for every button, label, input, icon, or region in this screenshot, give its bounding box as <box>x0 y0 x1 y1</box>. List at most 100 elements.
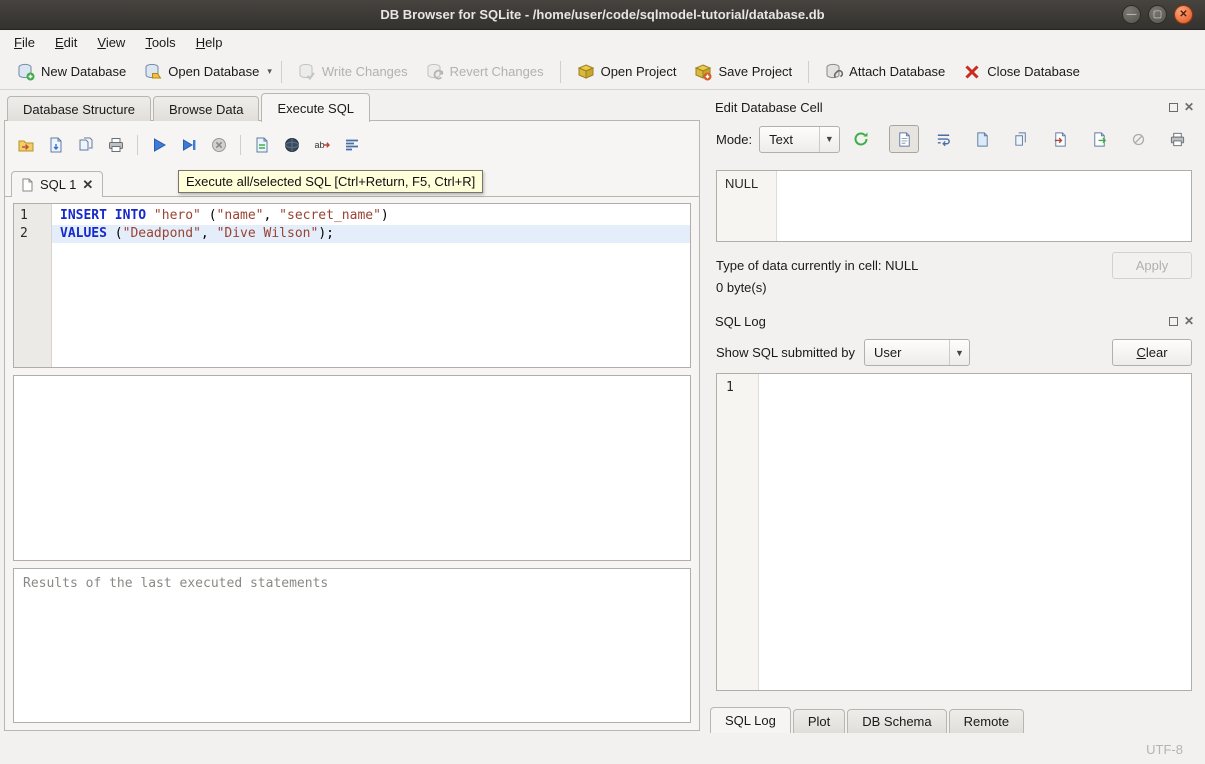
results-message-box[interactable]: Results of the last executed statements <box>13 568 691 723</box>
toolbar-separator <box>281 61 282 83</box>
export-cell-data-button[interactable] <box>1084 125 1114 153</box>
sql-toolbar: ab <box>11 129 699 161</box>
save-sql-file-as-icon <box>77 136 95 154</box>
cell-type-info: Type of data currently in cell: NULL <box>716 258 918 273</box>
sql-log-area[interactable]: 1 <box>716 373 1192 691</box>
save-sql-file-as-button[interactable] <box>71 131 101 159</box>
maximize-button[interactable]: ▢ <box>1148 5 1167 24</box>
write-changes-button: Write Changes <box>289 58 417 86</box>
sql-file-tab-label: SQL 1 <box>40 177 76 192</box>
menu-file[interactable]: File <box>4 32 45 53</box>
cell-mode-row: Mode: Text ▼ <box>716 125 1192 153</box>
cell-value-editor[interactable]: NULL <box>716 170 1192 242</box>
log-source-select[interactable]: User ▼ <box>864 339 970 366</box>
results-placeholder: Results of the last executed statements <box>23 576 328 591</box>
revert-changes-icon <box>426 63 444 81</box>
sql-token: , <box>264 208 280 223</box>
find-replace-button[interactable]: ab <box>307 131 337 159</box>
dock-tab-db-schema-label: DB Schema <box>862 714 931 729</box>
tab-execute-sql-label: Execute SQL <box>277 101 354 116</box>
toolbar-separator <box>808 61 809 83</box>
menu-tools[interactable]: Tools <box>135 32 185 53</box>
database-sphere-button[interactable] <box>277 131 307 159</box>
open-project-button[interactable]: Open Project <box>568 58 686 86</box>
text-mode-button[interactable] <box>889 125 919 153</box>
auto-switch-mode-button[interactable] <box>847 125 875 153</box>
save-cell-text-button[interactable] <box>967 125 997 153</box>
apply-button-label: Apply <box>1136 258 1169 273</box>
execute-sql-panel: ab SQL 1 ✕ 1 2 INSERT INTO "hero" ("name… <box>4 120 700 731</box>
close-database-button[interactable]: Close Database <box>954 58 1089 86</box>
execute-current-line-button[interactable] <box>174 131 204 159</box>
tab-browse-data[interactable]: Browse Data <box>153 96 259 121</box>
close-database-icon <box>963 63 981 81</box>
database-sphere-icon <box>283 136 301 154</box>
copy-icon <box>1013 131 1030 148</box>
print-cell-button[interactable] <box>1162 125 1192 153</box>
edit-cell-dock-icons: ✕ <box>1169 101 1194 113</box>
save-sql-file-button[interactable] <box>41 131 71 159</box>
close-dock-icon[interactable]: ✕ <box>1184 101 1194 113</box>
dock-tab-sql-log[interactable]: SQL Log <box>710 707 791 733</box>
sql-code-area[interactable]: INSERT INTO "hero" ("name", "secret_name… <box>52 204 690 367</box>
print-sql-button[interactable] <box>101 131 131 159</box>
cell-value-content[interactable] <box>777 171 1191 241</box>
menu-edit[interactable]: Edit <box>45 32 87 53</box>
mode-label: Mode: <box>716 132 752 147</box>
open-project-icon <box>577 63 595 81</box>
sql-editor[interactable]: 1 2 INSERT INTO "hero" ("name", "secret_… <box>13 203 691 368</box>
write-changes-label: Write Changes <box>322 64 408 79</box>
results-grid[interactable] <box>13 375 691 561</box>
tab-execute-sql[interactable]: Execute SQL <box>261 93 370 122</box>
dock-tab-plot-label: Plot <box>808 714 830 729</box>
set-null-button <box>1123 125 1153 153</box>
stop-execution-button <box>204 131 234 159</box>
execute-all-icon <box>150 136 168 154</box>
open-database-dropdown-caret[interactable]: ▾ <box>265 61 274 82</box>
sql-token <box>146 208 154 223</box>
copy-cell-button[interactable] <box>1006 125 1036 153</box>
import-icon <box>1052 131 1069 148</box>
encoding-indicator[interactable]: UTF-8 <box>1146 742 1183 757</box>
close-button[interactable]: ✕ <box>1174 5 1193 24</box>
tab-database-structure[interactable]: Database Structure <box>7 96 151 121</box>
format-sql-icon <box>343 136 361 154</box>
print-icon <box>1169 131 1186 148</box>
save-project-button[interactable]: Save Project <box>685 58 801 86</box>
window-titlebar: DB Browser for SQLite - /home/user/code/… <box>0 0 1205 30</box>
menu-help[interactable]: Help <box>186 32 233 53</box>
attach-database-button[interactable]: Attach Database <box>816 58 954 86</box>
sql-token: VALUES <box>60 226 107 241</box>
left-pane: Database Structure Browse Data Execute S… <box>4 92 700 736</box>
minimize-button[interactable]: — <box>1122 5 1141 24</box>
float-dock-icon[interactable] <box>1169 103 1178 112</box>
menu-view[interactable]: View <box>87 32 135 53</box>
sql-token: "Dive Wilson" <box>217 226 319 241</box>
float-dock-icon[interactable] <box>1169 317 1178 326</box>
edit-cell-header: Edit Database Cell ✕ <box>706 98 1200 116</box>
sql-file-tab[interactable]: SQL 1 ✕ <box>11 171 103 197</box>
dock-tab-db-schema[interactable]: DB Schema <box>847 709 946 733</box>
main-toolbar: New Database Open Database ▾ Write Chang… <box>0 54 1205 90</box>
export-results-button[interactable] <box>247 131 277 159</box>
execute-all-button[interactable] <box>144 131 174 159</box>
apply-button: Apply <box>1112 252 1192 279</box>
new-database-button[interactable]: New Database <box>8 58 135 86</box>
open-database-button[interactable]: Open Database <box>135 58 268 86</box>
close-dock-icon[interactable]: ✕ <box>1184 315 1194 327</box>
toolbar-separator <box>560 61 561 83</box>
attach-database-label: Attach Database <box>849 64 945 79</box>
word-wrap-icon <box>935 131 952 148</box>
import-cell-data-button[interactable] <box>1045 125 1075 153</box>
dock-tab-remote[interactable]: Remote <box>949 709 1025 733</box>
format-sql-button[interactable] <box>337 131 367 159</box>
sql-token: ( <box>201 208 217 223</box>
clear-log-button[interactable]: Clear <box>1112 339 1192 366</box>
word-wrap-button[interactable] <box>928 125 958 153</box>
open-sql-file-icon <box>17 136 35 154</box>
open-sql-file-button[interactable] <box>11 131 41 159</box>
dock-tab-plot[interactable]: Plot <box>793 709 845 733</box>
sql-tab-close-icon[interactable]: ✕ <box>82 177 93 193</box>
new-database-label: New Database <box>41 64 126 79</box>
mode-select[interactable]: Text ▼ <box>759 126 840 153</box>
